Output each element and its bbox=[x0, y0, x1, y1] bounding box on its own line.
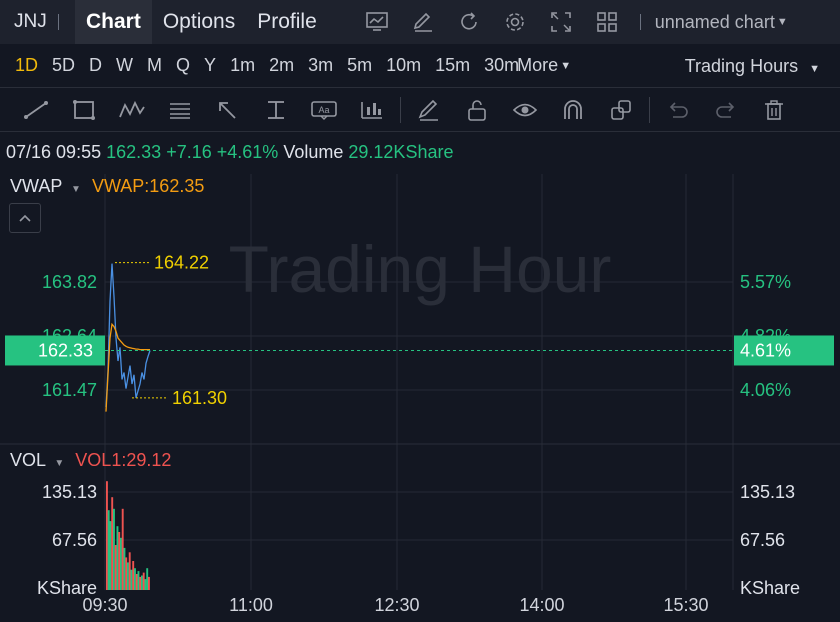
volume-bar bbox=[113, 508, 115, 590]
volume-unit-right: KShare bbox=[740, 578, 800, 598]
volume-bar bbox=[114, 545, 117, 590]
time-tick: 11:00 bbox=[229, 595, 273, 615]
volume-tick-left: 135.13 bbox=[42, 482, 97, 502]
volume-bar bbox=[106, 481, 108, 590]
volume-tick-right: 67.56 bbox=[740, 530, 785, 550]
volume-bar bbox=[142, 572, 145, 590]
price-series-line bbox=[105, 263, 151, 408]
volume-bar bbox=[141, 575, 143, 590]
price-tick-right: 4.06% bbox=[740, 380, 791, 400]
price-tick-left: 163.82 bbox=[42, 272, 97, 292]
volume-tick-left: 67.56 bbox=[52, 530, 97, 550]
current-price-label-right: 4.61% bbox=[740, 340, 791, 360]
volume-bar bbox=[121, 508, 124, 590]
volume-bar bbox=[118, 532, 121, 590]
volume-bar bbox=[120, 537, 122, 590]
volume-bar bbox=[130, 569, 133, 590]
watermark-text: Trading Hour bbox=[229, 232, 612, 306]
high-annotation: 164.22 bbox=[154, 253, 209, 273]
volume-bar bbox=[116, 526, 119, 590]
volume-bar bbox=[135, 574, 138, 590]
time-tick: 15:30 bbox=[663, 595, 708, 615]
current-price-label-left: 162.33 bbox=[38, 340, 93, 360]
volume-bar bbox=[128, 552, 131, 590]
volume-bar bbox=[146, 568, 149, 590]
price-tick-left: 161.47 bbox=[42, 380, 97, 400]
chevron-up-icon bbox=[19, 214, 31, 222]
vol-indicator-name: VOL bbox=[10, 450, 46, 470]
time-tick: 09:30 bbox=[82, 595, 127, 615]
caret-down-icon[interactable]: ▼ bbox=[54, 458, 64, 469]
volume-bar bbox=[123, 547, 126, 590]
volume-bar bbox=[109, 521, 112, 590]
volume-bar bbox=[144, 579, 147, 590]
time-tick: 14:00 bbox=[519, 595, 564, 615]
volume-bar bbox=[125, 557, 128, 590]
vol-indicator-value: VOL1:29.12 bbox=[75, 450, 172, 470]
volume-bar bbox=[127, 562, 129, 590]
price-tick-right: 5.57% bbox=[740, 272, 791, 292]
volume-bar bbox=[134, 568, 136, 590]
volume-bar bbox=[139, 576, 142, 590]
chart-canvas[interactable]: Trading Hour 163.82162.64161.475.57%4.82… bbox=[0, 0, 840, 622]
volume-bar bbox=[107, 510, 110, 590]
collapse-button[interactable] bbox=[9, 203, 41, 233]
low-annotation: 161.30 bbox=[172, 388, 227, 408]
time-tick: 12:30 bbox=[374, 595, 419, 615]
x-axis: 09:30 11:00 12:30 14:00 15:30 bbox=[82, 595, 708, 615]
vwap-indicator-name: VWAP bbox=[10, 176, 63, 196]
caret-down-icon[interactable]: ▼ bbox=[71, 184, 81, 195]
vwap-indicator-value: VWAP:162.35 bbox=[91, 176, 205, 196]
volume-bar bbox=[137, 571, 140, 590]
vwap-series-line bbox=[105, 322, 150, 412]
volume-bar bbox=[132, 561, 135, 590]
volume-bar bbox=[111, 497, 114, 590]
volume-tick-right: 135.13 bbox=[740, 482, 795, 502]
volume-bar bbox=[148, 576, 150, 590]
vwap-legend[interactable]: VWAP ▼ VWAP:162.35 bbox=[10, 176, 204, 197]
volume-legend[interactable]: VOL ▼ VOL1:29.12 bbox=[10, 450, 171, 471]
